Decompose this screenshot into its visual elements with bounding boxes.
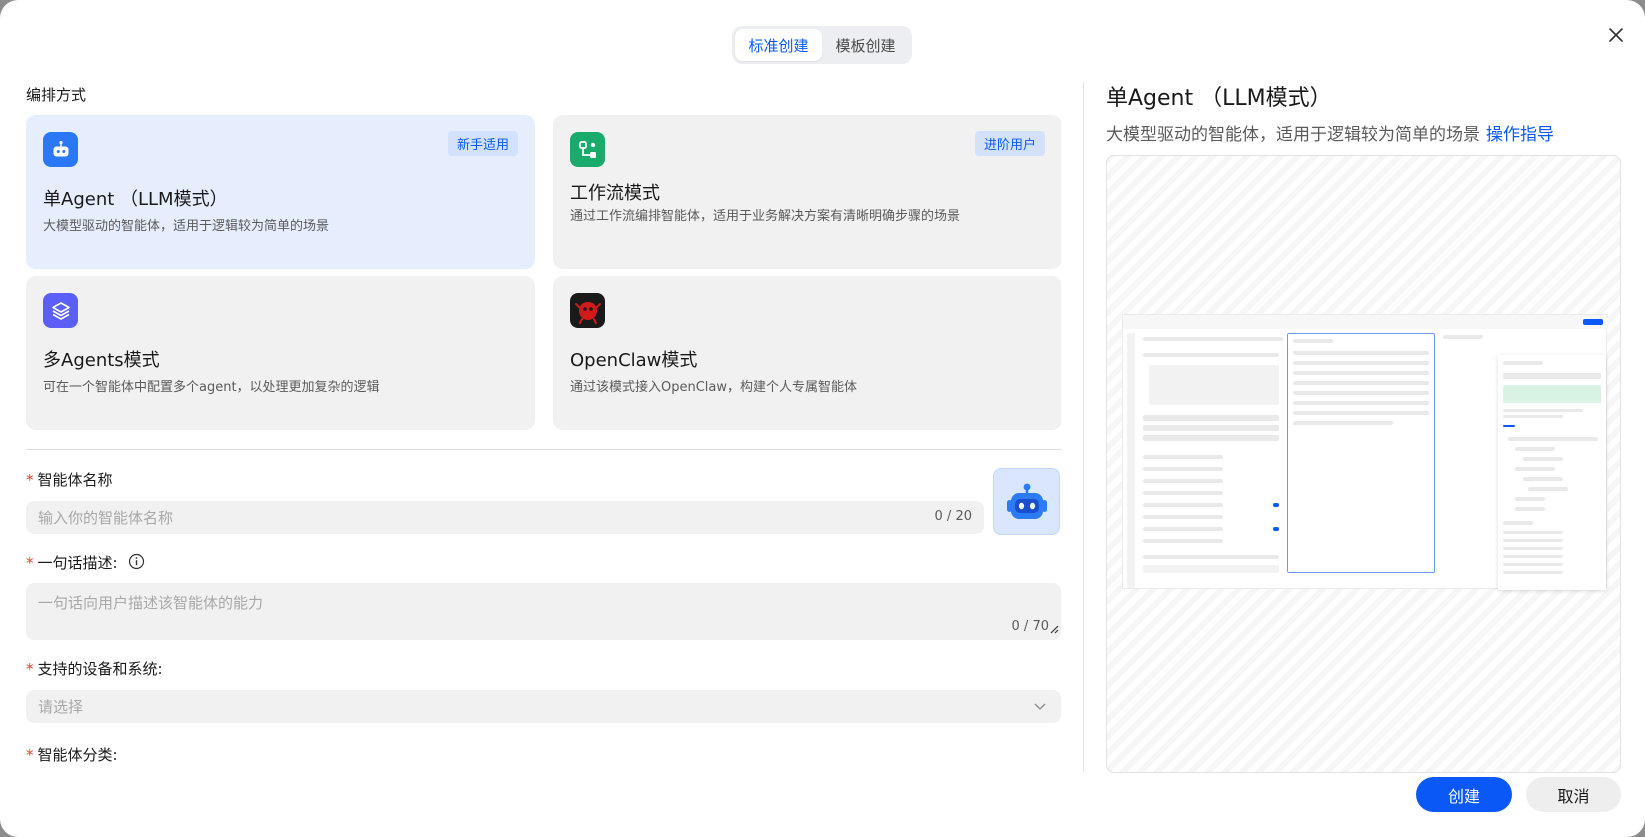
create-agent-dialog: 标准创建 模板创建 编排方式 新手适用 单Agent （LLM模式） 大模型驱动… [0,0,1645,837]
card-title: OpenClaw模式 [570,350,698,371]
tab-template-create[interactable]: 模板创建 [822,29,909,61]
description-label: * 一句话描述: [26,552,145,574]
description-textarea[interactable]: 一句话向用户描述该智能体的能力 0 / 70 [26,583,1061,640]
chevron-down-icon [1033,699,1047,717]
agent-name-input[interactable]: 输入你的智能体名称 0 / 20 [26,501,984,534]
left-panel: 编排方式 新手适用 单Agent （LLM模式） 大模型驱动的智能体，适用于逻辑… [26,80,1061,770]
mode-card-single-agent[interactable]: 新手适用 单Agent （LLM模式） 大模型驱动的智能体，适用于逻辑较为简单的… [26,115,535,269]
card-title: 多Agents模式 [43,350,160,371]
devices-placeholder: 请选择 [38,698,84,716]
agent-name-label: * 智能体名称 [26,471,113,489]
divider [26,449,1061,450]
cancel-button[interactable]: 取消 [1526,777,1621,812]
category-label: * 智能体分类: [26,746,118,764]
mode-card-multi-agents[interactable]: 多Agents模式 可在一个智能体中配置多个agent，以处理更加复杂的逻辑 [26,276,535,430]
card-description: 大模型驱动的智能体，适用于逻辑较为简单的场景 [43,219,330,234]
agent-avatar[interactable] [993,468,1060,535]
mode-card-workflow[interactable]: 进阶用户 工作流模式 通过工作流编排智能体，适用于业务解决方案有清晰明确步骤的场… [553,115,1061,269]
devices-label: * 支持的设备和系统: [26,660,163,678]
workflow-icon [570,132,605,167]
create-button[interactable]: 创建 [1416,777,1512,812]
advanced-badge: 进阶用户 [974,131,1045,156]
required-mark: * [26,471,34,489]
card-title: 工作流模式 [570,183,660,204]
layers-icon [43,293,78,328]
description-placeholder: 一句话向用户描述该智能体的能力 [38,594,264,612]
preview-description: 大模型驱动的智能体，适用于逻辑较为简单的场景 操作指导 [1106,125,1554,145]
close-icon[interactable] [1605,24,1627,46]
card-description: 通过该模式接入OpenClaw，构建个人专属智能体 [570,380,858,395]
agent-name-placeholder: 输入你的智能体名称 [38,509,174,527]
tab-standard-create[interactable]: 标准创建 [735,29,822,61]
panel-divider [1083,82,1084,772]
devices-select[interactable]: 请选择 [26,690,1061,723]
creation-mode-tabs: 标准创建 模板创建 [732,26,912,64]
section-title: 编排方式 [26,86,87,104]
preview-screenshot [1122,314,1608,590]
resize-handle-icon[interactable] [1049,620,1059,638]
beginner-badge: 新手适用 [447,131,518,156]
openclaw-icon [570,293,605,328]
mode-preview-image [1106,155,1621,773]
card-title: 单Agent （LLM模式） [43,189,228,210]
description-char-counter: 0 / 70 [1011,619,1049,634]
name-char-counter: 0 / 20 [934,509,972,524]
card-description: 通过工作流编排智能体，适用于业务解决方案有清晰明确步骤的场景 [570,209,961,224]
robot-icon [43,132,78,167]
mode-card-openclaw[interactable]: OpenClaw模式 通过该模式接入OpenClaw，构建个人专属智能体 [553,276,1061,430]
card-description: 可在一个智能体中配置多个agent，以处理更加复杂的逻辑 [43,380,380,395]
preview-title: 单Agent （LLM模式） [1106,86,1332,111]
guide-link[interactable]: 操作指导 [1486,125,1554,145]
info-icon[interactable] [128,553,145,574]
